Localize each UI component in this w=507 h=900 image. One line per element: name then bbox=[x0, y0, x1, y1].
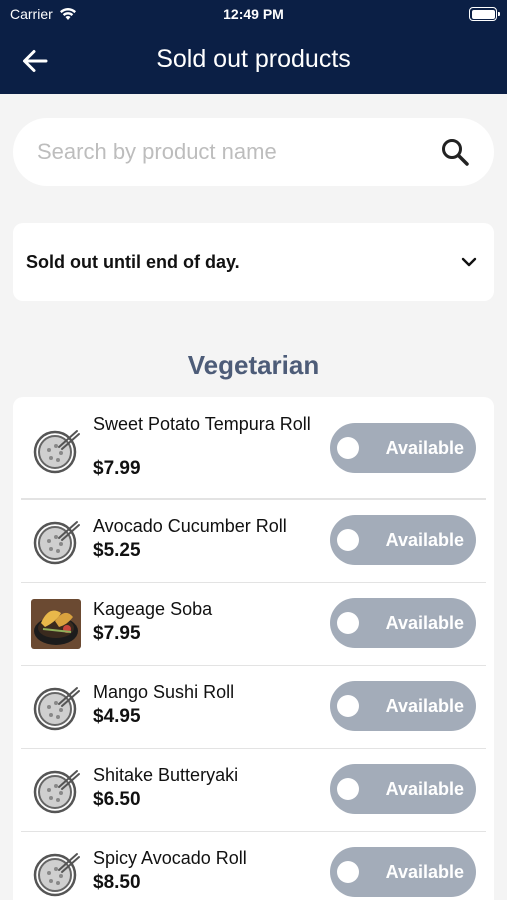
product-name: Kageage Soba bbox=[93, 599, 213, 619]
product-row: Shitake Butteryaki $6.50 Available bbox=[13, 749, 494, 832]
toggle-label: Available bbox=[385, 530, 464, 550]
toggle-label: Available bbox=[385, 696, 464, 716]
placeholder-bowl-icon bbox=[33, 770, 80, 814]
toggle-label: Available bbox=[385, 613, 464, 633]
toggle-label: Available bbox=[385, 862, 464, 882]
toggle-knob bbox=[337, 612, 359, 634]
toggle-knob bbox=[337, 695, 359, 717]
product-price: $7.99 bbox=[93, 458, 141, 479]
product-name: Spicy Avocado Roll bbox=[93, 848, 247, 868]
toggle-label: Available bbox=[385, 779, 464, 799]
availability-toggle[interactable]: Available bbox=[330, 423, 476, 473]
product-list: Sweet Potato Tempura Roll $7.99 Availabl… bbox=[13, 397, 494, 900]
chevron-down-icon bbox=[461, 257, 477, 267]
product-price: $8.50 bbox=[93, 872, 141, 893]
product-row: Spicy Avocado Roll $8.50 Available bbox=[13, 832, 494, 900]
availability-toggle[interactable]: Available bbox=[330, 847, 476, 897]
availability-toggle[interactable]: Available bbox=[330, 598, 476, 648]
toggle-knob bbox=[337, 437, 359, 459]
product-row: Sweet Potato Tempura Roll $7.99 Availabl… bbox=[13, 397, 494, 500]
battery-icon bbox=[469, 7, 500, 21]
placeholder-bowl-icon bbox=[33, 430, 80, 474]
product-name: Mango Sushi Roll bbox=[93, 682, 235, 702]
nav-bar: Sold out products bbox=[0, 28, 507, 94]
search-icon[interactable] bbox=[440, 137, 470, 167]
availability-toggle[interactable]: Available bbox=[330, 681, 476, 731]
product-name: Sweet Potato Tempura Roll bbox=[93, 414, 311, 434]
product-row: Mango Sushi Roll $4.95 Available bbox=[13, 666, 494, 749]
search-bar bbox=[13, 118, 494, 186]
food-photo bbox=[31, 599, 81, 649]
product-price: $6.50 bbox=[93, 789, 141, 810]
search-input[interactable] bbox=[37, 118, 427, 186]
placeholder-bowl-icon bbox=[33, 853, 80, 897]
availability-toggle[interactable]: Available bbox=[330, 764, 476, 814]
page-title: Sold out products bbox=[156, 45, 351, 73]
toggle-label: Available bbox=[385, 438, 464, 458]
toggle-knob bbox=[337, 529, 359, 551]
dropdown-selected-value: Sold out until end of day. bbox=[26, 252, 240, 272]
status-bar: Carrier 12:49 PM bbox=[0, 0, 507, 28]
product-row: Avocado Cucumber Roll $5.25 Available bbox=[13, 500, 494, 583]
product-row: Kageage Soba $7.95 Available bbox=[13, 583, 494, 666]
status-time: 12:49 PM bbox=[223, 6, 284, 22]
availability-toggle[interactable]: Available bbox=[330, 515, 476, 565]
product-name: Shitake Butteryaki bbox=[93, 765, 239, 785]
toggle-knob bbox=[337, 778, 359, 800]
placeholder-bowl-icon bbox=[33, 521, 80, 565]
product-name: Avocado Cucumber Roll bbox=[93, 516, 287, 536]
product-price: $5.25 bbox=[93, 540, 141, 561]
toggle-knob bbox=[337, 861, 359, 883]
product-price: $4.95 bbox=[93, 706, 141, 727]
sold-out-duration-dropdown[interactable]: Sold out until end of day. bbox=[13, 223, 494, 301]
category-title: Vegetarian bbox=[187, 350, 320, 380]
placeholder-bowl-icon bbox=[33, 687, 80, 731]
product-price: $7.95 bbox=[93, 623, 141, 644]
